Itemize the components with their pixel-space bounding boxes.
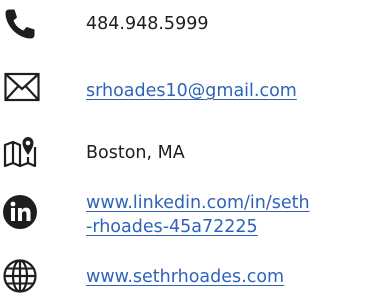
- map-pin-icon: [2, 133, 38, 169]
- location-text: Boston, MA: [86, 143, 185, 163]
- phone-icon: [2, 6, 38, 42]
- envelope-icon: [4, 72, 40, 102]
- phone-number: 484.948.5999: [86, 14, 209, 34]
- linkedin-icon: [2, 194, 38, 230]
- website-row: www.sethrhoades.com: [0, 254, 376, 300]
- linkedin-link-line2[interactable]: -rhoades-45a72225: [86, 216, 258, 238]
- email-row: srhoades10@gmail.com: [0, 64, 376, 114]
- globe-icon: [2, 258, 38, 294]
- location-row: Boston, MA: [0, 128, 376, 178]
- linkedin-row: www.linkedin.com/in/seth -rhoades-45a722…: [0, 186, 376, 248]
- phone-row: 484.948.5999: [0, 0, 376, 50]
- linkedin-link-line1[interactable]: www.linkedin.com/in/seth: [86, 192, 310, 214]
- email-link[interactable]: srhoades10@gmail.com: [86, 80, 297, 102]
- website-link[interactable]: www.sethrhoades.com: [86, 266, 284, 288]
